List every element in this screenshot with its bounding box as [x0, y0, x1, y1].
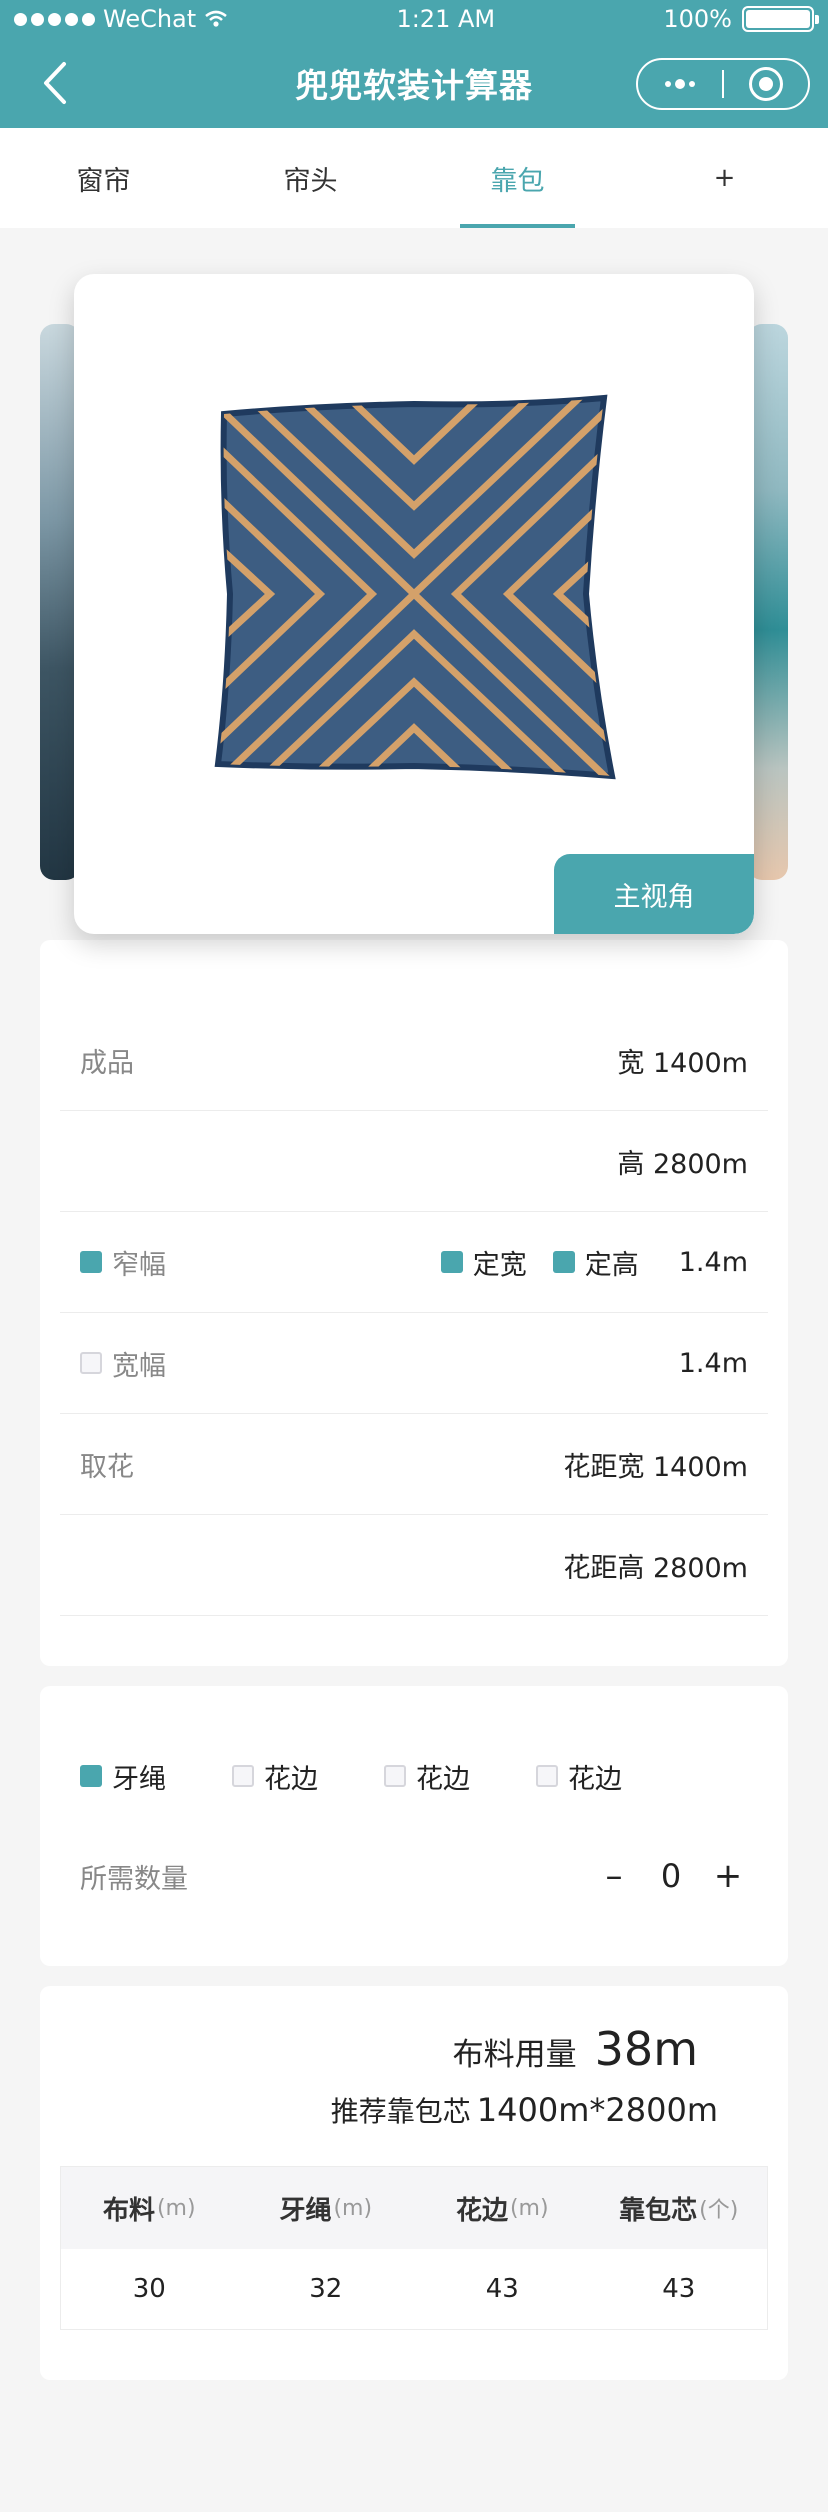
signal-icon	[14, 12, 95, 26]
status-left: WeChat	[14, 5, 228, 33]
table-cell: 43	[485, 2274, 519, 2304]
lace-checkbox-2[interactable]	[384, 1765, 406, 1787]
more-button[interactable]	[638, 60, 722, 108]
recommended-insert-label: 推荐靠包芯	[330, 2095, 471, 2128]
status-right: 100%	[663, 5, 819, 33]
fabric-usage-label: 布料用量	[452, 2037, 577, 2073]
tab-curtain[interactable]: 窗帘	[0, 128, 207, 228]
lace-label-1: 花边	[264, 1763, 318, 1795]
tab-cushion[interactable]: 靠包	[414, 128, 621, 228]
more-icon	[665, 79, 695, 89]
carousel-next-image[interactable]	[748, 324, 788, 880]
piping-checkbox[interactable]	[80, 1765, 102, 1787]
table-row: 30 32 43 43	[61, 2249, 767, 2329]
fixed-height-checkbox[interactable]	[552, 1251, 575, 1273]
page-title: 兜兜软装计算器	[295, 66, 533, 105]
fixed-height-label: 定高	[584, 1249, 639, 1281]
finished-height-value[interactable]: 高 2800m	[617, 1142, 748, 1181]
column-header: 花边 (m)	[455, 2195, 549, 2226]
narrow-label: 窄幅	[112, 1249, 166, 1281]
close-circle-icon	[749, 67, 783, 101]
wide-option[interactable]: 宽幅	[80, 1344, 166, 1383]
product-image-card: 主视角	[74, 274, 754, 934]
tab-add[interactable]: +	[621, 128, 828, 228]
dimensions-card: 成品 宽 1400m 高 2800m 窄幅 定宽 定高 1.4m 宽幅 1.4m	[40, 940, 788, 1666]
fabric-usage: 布料用量 38m	[60, 2022, 768, 2076]
pattern-width-value[interactable]: 花距宽 1400m	[563, 1445, 748, 1484]
tab-valance[interactable]: 帘头	[207, 128, 414, 228]
pattern-label: 取花	[80, 1451, 134, 1483]
column-header: 牙绳 (m)	[279, 2195, 373, 2226]
pattern-height-row: 花距高 2800m	[60, 1515, 768, 1616]
status-bar: WeChat 1:21 AM 100%	[0, 0, 828, 38]
lace-option-1[interactable]: 花边	[232, 1757, 384, 1796]
chevron-left-icon	[44, 62, 66, 104]
column-header: 布料 (m)	[102, 2195, 196, 2226]
narrow-row: 窄幅 定宽 定高 1.4m	[60, 1212, 768, 1313]
narrow-option[interactable]: 窄幅	[80, 1243, 166, 1282]
lace-label-3: 花边	[568, 1763, 622, 1795]
close-program-button[interactable]	[724, 60, 808, 108]
quantity-value[interactable]: 0	[634, 1857, 708, 1895]
table-cell: 30	[132, 2274, 166, 2304]
narrow-settings: 定宽 定高 1.4m	[415, 1243, 748, 1282]
nav-bar: 兜兜软装计算器	[0, 38, 828, 128]
piping-option[interactable]: 牙绳	[80, 1757, 232, 1796]
main-view-button[interactable]: 主视角	[554, 854, 754, 934]
table-cell: 32	[309, 2274, 343, 2304]
pattern-height-value[interactable]: 花距高 2800m	[563, 1546, 748, 1585]
mini-program-capsule	[636, 58, 810, 110]
piping-label: 牙绳	[112, 1763, 166, 1795]
narrow-value[interactable]: 1.4m	[679, 1247, 748, 1278]
result-table: 布料 (m) 牙绳 (m) 花边 (m) 靠包芯 (个) 30 32 43 43	[60, 2166, 768, 2330]
fixed-width-option[interactable]: 定宽	[440, 1243, 527, 1282]
finished-width-row: 成品 宽 1400m	[60, 1010, 768, 1111]
recommended-insert-value: 1400m*2800m	[476, 2091, 718, 2129]
wide-row: 宽幅 1.4m	[60, 1313, 768, 1414]
wide-label: 宽幅	[112, 1350, 166, 1382]
column-header: 靠包芯 (个)	[619, 2195, 739, 2226]
battery-level	[746, 10, 810, 28]
lace-option-3[interactable]: 花边	[536, 1757, 688, 1796]
recommended-insert: 推荐靠包芯 1400m*2800m	[60, 2090, 768, 2130]
narrow-checkbox[interactable]	[80, 1251, 102, 1273]
cushion-image	[194, 384, 634, 804]
accessories-card: 牙绳 花边 花边 花边 所需数量 – 0 +	[40, 1686, 788, 1966]
fixed-width-label: 定宽	[472, 1249, 527, 1281]
wide-checkbox[interactable]	[80, 1352, 102, 1374]
table-header: 布料 (m) 牙绳 (m) 花边 (m) 靠包芯 (个)	[61, 2167, 767, 2249]
table-cell: 43	[662, 2274, 696, 2304]
lace-option-2[interactable]: 花边	[384, 1757, 536, 1796]
finished-label: 成品	[80, 1047, 134, 1079]
status-time: 1:21 AM	[396, 5, 496, 33]
increment-button[interactable]: +	[708, 1856, 748, 1896]
finished-height-row: 高 2800m	[60, 1111, 768, 1212]
back-button[interactable]	[30, 58, 80, 108]
finished-width-value[interactable]: 宽 1400m	[617, 1041, 748, 1080]
quantity-row: 所需数量 – 0 +	[60, 1826, 768, 1926]
accessory-options: 牙绳 花边 花边 花边	[60, 1726, 768, 1826]
fixed-width-checkbox[interactable]	[440, 1251, 463, 1273]
quantity-label: 所需数量	[80, 1863, 188, 1895]
result-card: 布料用量 38m 推荐靠包芯 1400m*2800m 布料 (m) 牙绳 (m) 花边(…	[40, 1986, 788, 2380]
image-carousel[interactable]: 主视角	[0, 228, 828, 934]
lace-label-2: 花边	[416, 1763, 470, 1795]
carrier-name: WeChat	[103, 5, 197, 33]
pattern-width-row: 取花 花距宽 1400m	[60, 1414, 768, 1515]
lace-checkbox-3[interactable]	[536, 1765, 558, 1787]
wifi-icon	[205, 10, 227, 27]
battery-icon	[742, 6, 819, 32]
decrement-button[interactable]: –	[594, 1856, 634, 1896]
tab-bar: 窗帘 帘头 靠包 +	[0, 128, 828, 228]
fixed-height-option[interactable]: 定高	[552, 1243, 639, 1282]
wide-value[interactable]: 1.4m	[679, 1348, 748, 1379]
battery-percent: 100%	[663, 5, 732, 33]
lace-checkbox-1[interactable]	[232, 1765, 254, 1787]
fabric-usage-value: 38m	[594, 2022, 698, 2076]
quantity-stepper: – 0 +	[594, 1856, 748, 1896]
